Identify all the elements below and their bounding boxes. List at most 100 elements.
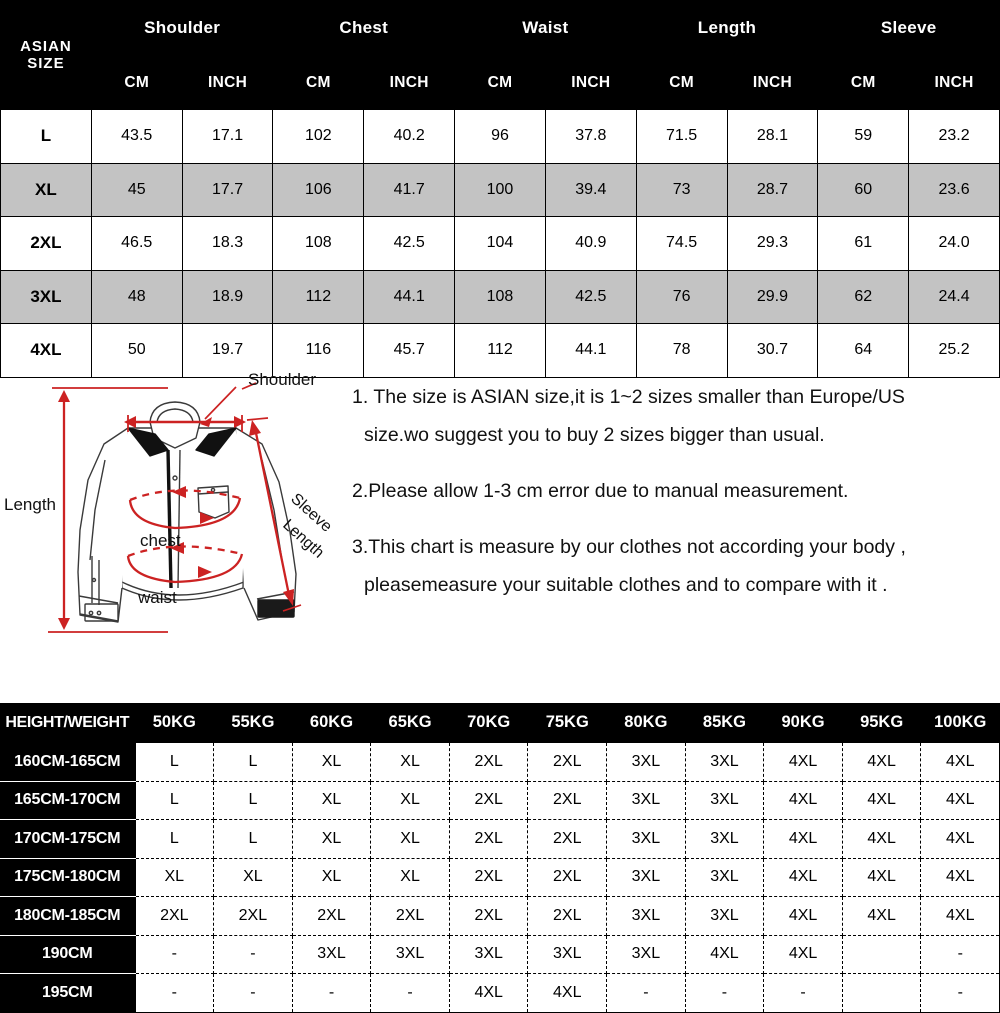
note-2: 2.Please allow 1-3 cm error due to manua… bbox=[352, 480, 849, 502]
fit-cell: 4XL bbox=[763, 858, 843, 897]
fit-cell: XL bbox=[370, 742, 450, 782]
cell-sleeve-cm: 62 bbox=[817, 269, 910, 324]
fit-cell: 3XL bbox=[449, 935, 529, 974]
diagram-label-waist: waist bbox=[137, 588, 177, 607]
fit-cell: - bbox=[213, 935, 293, 974]
fit-cell: 3XL bbox=[685, 742, 765, 782]
height-weight-fit-table: HEIGHT/WEIGHT 50KG 55KG 60KG 65KG 70KG 7… bbox=[0, 703, 1000, 1013]
header-unit-sleeve-cm: CM bbox=[817, 55, 910, 110]
fit-cell: 4XL bbox=[920, 781, 1000, 820]
cell-shoulder-cm: 46.5 bbox=[90, 216, 183, 271]
fit-cell: 2XL bbox=[449, 858, 529, 897]
fit-cell: 2XL bbox=[527, 896, 608, 936]
fit-cell: L bbox=[213, 781, 293, 820]
cell-waist-cm: 96 bbox=[454, 109, 546, 164]
fit-cell: 3XL bbox=[685, 819, 765, 859]
fit-cell: 4XL bbox=[842, 896, 922, 936]
fit-cell: 4XL bbox=[763, 781, 843, 820]
row-header-height: 180CM-185CM bbox=[0, 896, 136, 936]
header-unit-length-inch: INCH bbox=[726, 55, 819, 110]
cell-length-inch: 28.7 bbox=[726, 162, 819, 217]
header-unit-length-cm: CM bbox=[635, 55, 728, 110]
cell-shoulder-cm: 45 bbox=[90, 162, 183, 217]
header-group-shoulder: Shoulder bbox=[90, 0, 274, 56]
fit-table-header-row: HEIGHT/WEIGHT 50KG 55KG 60KG 65KG 70KG 7… bbox=[0, 703, 1000, 743]
row-header-height: 195CM bbox=[0, 973, 136, 1013]
fit-cell: L bbox=[135, 819, 215, 859]
row-header-height: 190CM bbox=[0, 935, 136, 974]
fit-cell bbox=[842, 935, 922, 974]
fit-cell: 3XL bbox=[527, 935, 608, 974]
cell-waist-inch: 42.5 bbox=[544, 269, 637, 324]
shirt-outline bbox=[77, 401, 297, 623]
header-group-chest: Chest bbox=[272, 0, 456, 56]
fit-cell: 3XL bbox=[606, 935, 686, 974]
fit-cell: - bbox=[920, 973, 1000, 1013]
note-3-line-2: pleasemeasure your suitable clothes and … bbox=[364, 574, 888, 596]
fit-cell: 4XL bbox=[763, 896, 843, 936]
cell-shoulder-inch: 18.3 bbox=[181, 216, 274, 271]
fit-cell: XL bbox=[292, 819, 372, 859]
cell-waist-inch: 39.4 bbox=[544, 162, 637, 217]
fit-table-row: 170CM-175CM L L XL XL 2XL 2XL 3XL 3XL 4X… bbox=[0, 819, 1000, 859]
header-group-waist: Waist bbox=[454, 0, 637, 56]
header-weight-50: 50KG bbox=[135, 703, 215, 743]
fit-table-row: 195CM - - - - 4XL 4XL - - - - bbox=[0, 973, 1000, 1013]
fit-cell: 4XL bbox=[842, 781, 922, 820]
cell-chest-inch: 40.2 bbox=[363, 109, 456, 164]
cell-length-inch: 29.3 bbox=[726, 216, 819, 271]
fit-cell: - bbox=[292, 973, 372, 1013]
header-weight-65: 65KG bbox=[370, 703, 450, 743]
fit-cell: 2XL bbox=[527, 819, 608, 859]
cell-chest-cm: 112 bbox=[272, 269, 365, 324]
fit-cell: 3XL bbox=[292, 935, 372, 974]
cell-waist-cm: 104 bbox=[454, 216, 546, 271]
table-row: L 43.5 17.1 102 40.2 96 37.8 71.5 28.1 5… bbox=[0, 109, 1000, 164]
header-weight-80: 80KG bbox=[606, 703, 686, 743]
header-weight-60: 60KG bbox=[292, 703, 372, 743]
shirt-measurement-diagram: Length Shoulder Sleeve Length chest wais… bbox=[4, 370, 335, 633]
note-3-line-1: 3.This chart is measure by our clothes n… bbox=[352, 536, 906, 558]
cell-sleeve-inch: 23.2 bbox=[908, 109, 1000, 164]
fit-table-row: 190CM - - 3XL 3XL 3XL 3XL 3XL 4XL 4XL - bbox=[0, 935, 1000, 974]
fit-table-row: 165CM-170CM L L XL XL 2XL 2XL 3XL 3XL 4X… bbox=[0, 781, 1000, 820]
fit-cell: 4XL bbox=[685, 935, 765, 974]
header-unit-chest-cm: CM bbox=[272, 55, 365, 110]
header-unit-sleeve-inch: INCH bbox=[908, 55, 1000, 110]
fit-cell: 2XL bbox=[527, 742, 608, 782]
note-1-line-1: 1. The size is ASIAN size,it is 1~2 size… bbox=[352, 386, 905, 408]
fit-cell: - bbox=[685, 973, 765, 1013]
header-weight-90: 90KG bbox=[763, 703, 843, 743]
fit-cell: 4XL bbox=[920, 819, 1000, 859]
fit-cell: 4XL bbox=[842, 858, 922, 897]
cell-shoulder-inch: 17.1 bbox=[181, 109, 274, 164]
cell-sleeve-cm: 61 bbox=[817, 216, 910, 271]
fit-cell: 2XL bbox=[213, 896, 293, 936]
cell-waist-inch: 40.9 bbox=[544, 216, 637, 271]
fit-cell: L bbox=[135, 742, 215, 782]
fit-cell: XL bbox=[292, 781, 372, 820]
size-label: 3XL bbox=[0, 269, 92, 324]
fit-cell: 4XL bbox=[763, 935, 843, 974]
fit-cell: L bbox=[213, 742, 293, 782]
fit-cell: XL bbox=[370, 858, 450, 897]
note-1: 1. The size is ASIAN size,it is 1~2 size… bbox=[352, 378, 1000, 454]
fit-cell: 3XL bbox=[606, 896, 686, 936]
fit-cell: 4XL bbox=[763, 742, 843, 782]
notes-list: 1. The size is ASIAN size,it is 1~2 size… bbox=[352, 378, 1000, 604]
diagram-label-shoulder: Shoulder bbox=[248, 370, 316, 389]
fit-cell: 3XL bbox=[685, 858, 765, 897]
fit-cell: 2XL bbox=[292, 896, 372, 936]
fit-table-row: 175CM-180CM XL XL XL XL 2XL 2XL 3XL 3XL … bbox=[0, 858, 1000, 897]
cell-waist-inch: 37.8 bbox=[544, 109, 637, 164]
cell-shoulder-inch: 17.7 bbox=[181, 162, 274, 217]
header-unit-waist-inch: INCH bbox=[544, 55, 637, 110]
table-row: 2XL 46.5 18.3 108 42.5 104 40.9 74.5 29.… bbox=[0, 216, 1000, 271]
fit-cell: - bbox=[763, 973, 843, 1013]
header-unit-shoulder-cm: CM bbox=[90, 55, 183, 110]
diagram-label-chest: chest bbox=[140, 531, 181, 550]
fit-cell: L bbox=[213, 819, 293, 859]
fit-cell: XL bbox=[370, 819, 450, 859]
cell-shoulder-cm: 48 bbox=[90, 269, 183, 324]
fit-cell: XL bbox=[135, 858, 215, 897]
